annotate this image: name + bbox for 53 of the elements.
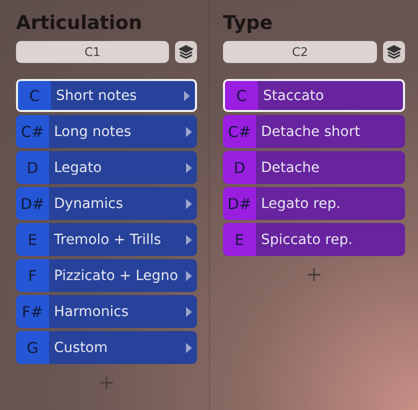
list-item[interactable]: G Custom: [16, 331, 197, 364]
list-item[interactable]: D Detache: [223, 151, 405, 184]
name-field[interactable]: C2: [223, 41, 377, 63]
key-label: D: [223, 151, 256, 184]
item-label: Harmonics: [53, 304, 130, 320]
list-item[interactable]: F Pizzicato + Legno: [16, 259, 197, 292]
list-item[interactable]: C# Long notes: [16, 115, 197, 148]
list-item[interactable]: D# Dynamics: [16, 187, 197, 220]
item-label: Custom: [53, 340, 109, 356]
submenu-arrow-icon: [186, 342, 192, 352]
submenu-arrow-icon: [186, 270, 192, 280]
key-label: G: [16, 331, 49, 364]
key-label: D: [16, 151, 49, 184]
list-item[interactable]: D# Legato rep.: [223, 187, 405, 220]
key-label: F: [16, 259, 49, 292]
item-label: Long notes: [53, 124, 132, 140]
list-item[interactable]: E Tremolo + Trills: [16, 223, 197, 256]
column-title: Type: [223, 11, 274, 36]
list-item[interactable]: D Legato: [16, 151, 197, 184]
submenu-arrow-icon: [186, 126, 192, 136]
list-item[interactable]: E Spiccato rep.: [223, 223, 405, 256]
item-label: Dynamics: [53, 196, 124, 212]
submenu-arrow-icon: [186, 198, 192, 208]
item-label: Short notes: [55, 88, 138, 104]
item-label: Tremolo + Trills: [53, 232, 162, 248]
item-label: Staccato: [262, 88, 325, 104]
key-label: E: [223, 223, 256, 256]
list-item[interactable]: F# Harmonics: [16, 295, 197, 328]
column-title: Articulation: [16, 11, 143, 36]
list-item[interactable]: C# Detache short: [223, 115, 405, 148]
submenu-arrow-icon: [186, 162, 192, 172]
key-label: D#: [223, 187, 256, 220]
list-item[interactable]: C Short notes: [16, 79, 197, 112]
key-label: C#: [223, 115, 256, 148]
key-label: D#: [16, 187, 49, 220]
layers-icon[interactable]: [383, 41, 405, 63]
submenu-arrow-icon: [186, 234, 192, 244]
submenu-arrow-icon: [184, 90, 190, 100]
key-label: E: [16, 223, 49, 256]
item-label: Detache: [260, 160, 321, 176]
item-label: Pizzicato + Legno: [53, 268, 180, 284]
name-field[interactable]: C1: [16, 41, 169, 63]
submenu-arrow-icon: [186, 306, 192, 316]
key-label: C#: [16, 115, 49, 148]
item-label: Legato: [53, 160, 103, 176]
list-item[interactable]: C Staccato: [223, 79, 405, 112]
key-label: F#: [16, 295, 49, 328]
key-label: C: [18, 81, 51, 110]
item-label: Legato rep.: [260, 196, 342, 212]
layers-icon[interactable]: [175, 41, 197, 63]
key-label: C: [225, 81, 258, 110]
item-label: Detache short: [260, 124, 362, 140]
item-label: Spiccato rep.: [260, 232, 354, 248]
